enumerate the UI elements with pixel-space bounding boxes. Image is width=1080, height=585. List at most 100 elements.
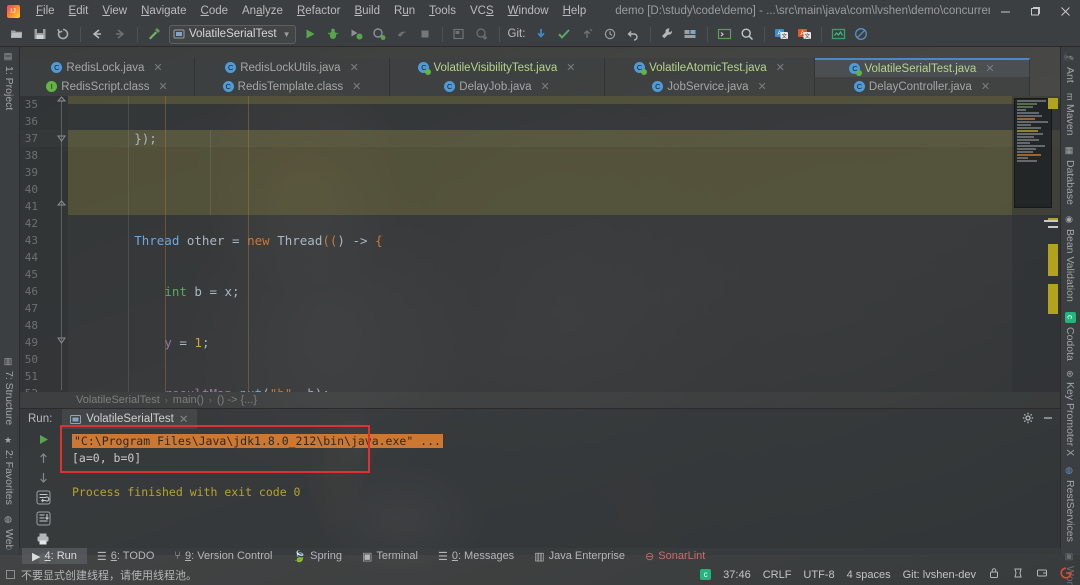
menu-analyze[interactable]: Analyze: [235, 3, 290, 19]
run-icon[interactable]: [299, 24, 321, 45]
code-editor[interactable]: 35 36 37 38 39 40 41 42 43 44 45 46 47 4…: [20, 96, 1060, 392]
gear-icon[interactable]: [1022, 412, 1034, 427]
indent-setting[interactable]: 4 spaces: [847, 569, 891, 581]
code-text[interactable]: }); Thread other = new Thread(() -> { in…: [68, 96, 1060, 392]
file-encoding[interactable]: UTF-8: [803, 569, 834, 581]
settings-wrench-icon[interactable]: [656, 24, 678, 45]
vcs-rollback-icon[interactable]: [622, 24, 644, 45]
bottom-tab-spring[interactable]: 🍃 Spring: [282, 548, 352, 564]
translate-alt-icon[interactable]: A文: [793, 24, 815, 45]
bottom-tab-java-enterprise[interactable]: ▥ Java Enterprise: [524, 548, 635, 564]
debug-icon[interactable]: [322, 24, 344, 45]
fold-marker-expand-icon[interactable]: [57, 134, 66, 143]
editor-tab-redislockutils[interactable]: C RedisLockUtils.java ✕: [195, 58, 390, 77]
run-with-coverage-icon[interactable]: [345, 24, 367, 45]
error-stripe-warning[interactable]: [1048, 284, 1058, 314]
close-icon[interactable]: ✕: [757, 80, 766, 93]
menu-navigate[interactable]: Navigate: [134, 3, 193, 19]
minimize-icon[interactable]: [1042, 412, 1054, 427]
terminal-icon[interactable]: [713, 24, 735, 45]
fold-marker-expand-icon[interactable]: [57, 336, 66, 345]
editor-tab-delaycontroller[interactable]: C DelayController.java ✕: [815, 77, 1030, 96]
line-separator[interactable]: CRLF: [763, 569, 792, 581]
editor-tab-redisscript[interactable]: I RedisScript.class ✕: [20, 77, 195, 96]
close-icon[interactable]: ✕: [985, 62, 994, 75]
error-stripe-marker[interactable]: [1044, 220, 1058, 222]
search-everywhere-icon[interactable]: [736, 24, 758, 45]
chevron-down-icon[interactable]: ▼: [283, 30, 291, 39]
sidebar-item-favorites[interactable]: ★ 2: Favorites: [0, 431, 18, 510]
vcs-commit-icon[interactable]: [553, 24, 575, 45]
editor-tab-delayjob[interactable]: C DelayJob.java ✕: [390, 77, 605, 96]
git-branch[interactable]: Git: lvshen-dev: [903, 569, 976, 581]
close-icon[interactable]: ✕: [158, 80, 167, 93]
maximize-icon[interactable]: [1020, 0, 1050, 22]
breadcrumb-item-method[interactable]: main(): [173, 394, 204, 406]
save-icon[interactable]: [29, 24, 51, 45]
sync-icon[interactable]: [52, 24, 74, 45]
breadcrumb-item-lambda[interactable]: () -> {...}: [217, 394, 257, 406]
codota-icon[interactable]: [827, 24, 849, 45]
menu-window[interactable]: Window: [501, 3, 556, 19]
codota-icon[interactable]: c: [700, 569, 712, 580]
menu-file[interactable]: File: [29, 3, 62, 19]
soft-wrap-icon[interactable]: [33, 490, 53, 505]
rerun-icon[interactable]: [33, 433, 53, 446]
scroll-to-end-icon[interactable]: [33, 511, 53, 526]
close-icon[interactable]: ✕: [153, 61, 162, 74]
editor-tab-redistemplate[interactable]: C RedisTemplate.class ✕: [195, 77, 390, 96]
print-icon[interactable]: [33, 532, 53, 546]
run-console-output[interactable]: "C:\Program Files\Java\jdk1.8.0_212\bin\…: [66, 429, 1060, 555]
bottom-tab-sonarlint[interactable]: ⊖ SonarLint: [635, 548, 715, 564]
close-icon[interactable]: [1050, 0, 1080, 22]
caret-position[interactable]: 37:46: [723, 569, 751, 581]
editor-minimap[interactable]: [1012, 96, 1060, 392]
fold-marker-collapse-icon[interactable]: [57, 200, 66, 209]
sidebar-item-database[interactable]: ▦ Database: [1061, 141, 1079, 210]
project-structure-settings-icon[interactable]: [679, 24, 701, 45]
close-icon[interactable]: ✕: [352, 80, 361, 93]
menu-vcs[interactable]: VCS: [463, 3, 501, 19]
vcs-history-icon[interactable]: [599, 24, 621, 45]
minimize-icon[interactable]: [990, 0, 1020, 22]
error-stripe-marker[interactable]: [1048, 226, 1058, 228]
sidebar-item-ant[interactable]: 🐜 Ant: [1061, 47, 1079, 88]
close-icon[interactable]: ✕: [981, 80, 990, 93]
bottom-tab-terminal[interactable]: ▣ Terminal: [352, 548, 428, 564]
menu-tools[interactable]: Tools: [422, 3, 463, 19]
no-entry-icon[interactable]: [850, 24, 872, 45]
breadcrumb-item-class[interactable]: VolatileSerialTest: [76, 394, 160, 406]
close-icon[interactable]: ✕: [541, 80, 550, 93]
editor-tab-volatileserialtest[interactable]: C VolatileSerialTest.java ✕: [815, 58, 1030, 77]
editor-tab-volatilevisibilitytest[interactable]: C VolatileVisibilityTest.java ✕: [390, 58, 605, 77]
sidebar-item-codota[interactable]: c Codota: [1061, 307, 1079, 366]
close-icon[interactable]: ✕: [179, 412, 189, 426]
run-configuration-selector[interactable]: VolatileSerialTest ▼: [169, 24, 296, 44]
open-folder-icon[interactable]: [6, 24, 28, 45]
error-stripe-warning[interactable]: [1048, 98, 1058, 109]
close-icon[interactable]: ✕: [566, 61, 575, 74]
sidebar-item-key-promoter[interactable]: ⊛ Key Promoter X: [1061, 365, 1079, 461]
lock-icon[interactable]: [988, 567, 1000, 582]
error-stripe-warning[interactable]: [1048, 244, 1058, 276]
translate-icon[interactable]: A文: [770, 24, 792, 45]
menu-refactor[interactable]: Refactor: [290, 3, 347, 19]
bottom-tab-messages[interactable]: ☰ 0: Messages: [428, 548, 524, 564]
back-arrow-icon[interactable]: [86, 24, 108, 45]
breadcrumb[interactable]: VolatileSerialTest › main() › () -> {...…: [20, 392, 1060, 408]
vcs-update-icon[interactable]: [530, 24, 552, 45]
sidebar-item-structure[interactable]: ▥ 7: Structure: [0, 352, 18, 430]
menu-help[interactable]: Help: [556, 3, 594, 19]
menu-build[interactable]: Build: [347, 3, 387, 19]
run-tab-volatileserialtest[interactable]: VolatileSerialTest ✕: [62, 409, 197, 429]
editor-tab-volatileatomictest[interactable]: C VolatileAtomicTest.java ✕: [605, 58, 815, 77]
notifications-icon[interactable]: [1036, 567, 1048, 582]
sidebar-item-bean-validation[interactable]: ◉ Bean Validation: [1061, 210, 1079, 307]
sidebar-item-project[interactable]: ▤ 1: Project: [0, 47, 18, 115]
build-hammer-icon[interactable]: [143, 24, 165, 45]
down-arrow-icon[interactable]: [33, 471, 53, 484]
menu-run[interactable]: Run: [387, 3, 422, 19]
bottom-tab-run[interactable]: ▶ 4: Run: [22, 548, 87, 564]
menu-view[interactable]: View: [95, 3, 134, 19]
bottom-tab-version-control[interactable]: ⑂ 9: Version Control: [164, 548, 282, 564]
